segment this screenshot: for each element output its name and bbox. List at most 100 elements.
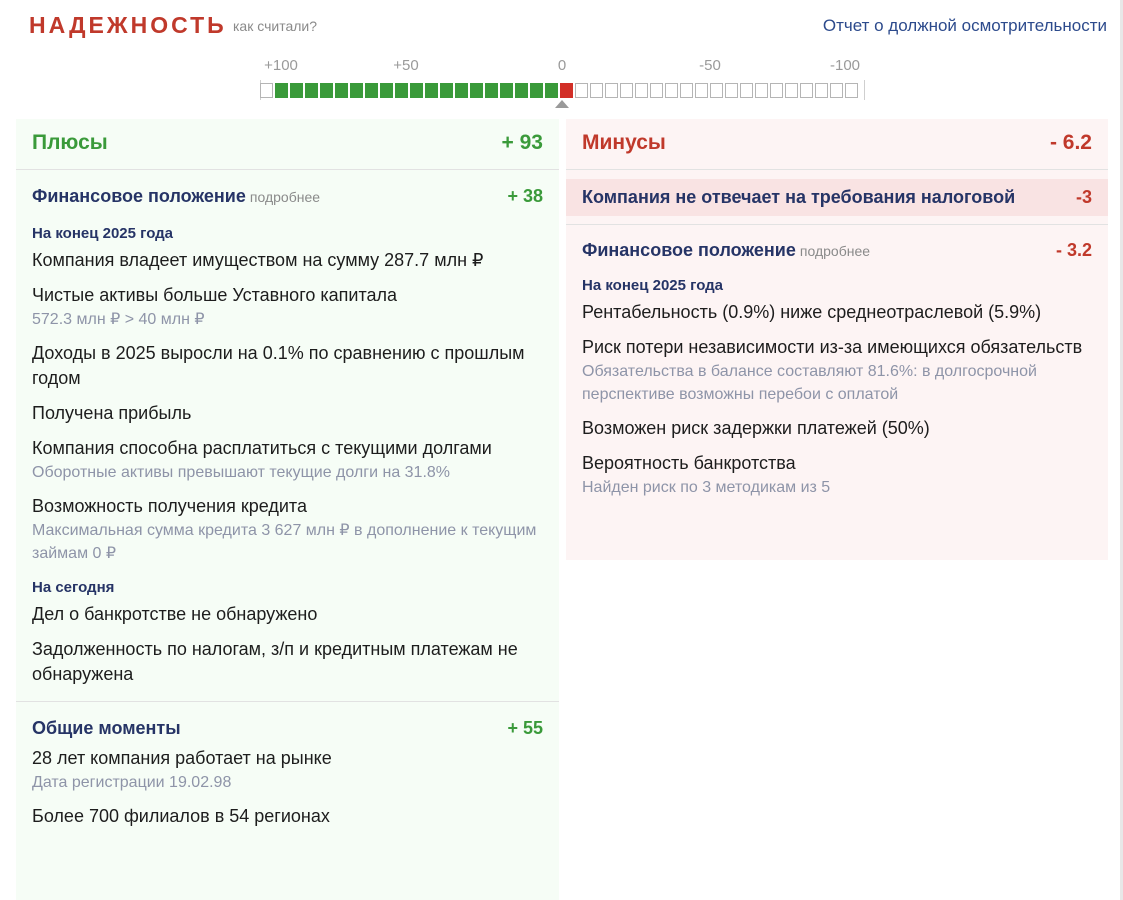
cons-score: - 6.2 (1049, 131, 1092, 154)
pros-item: Компания владеет имуществом на сумму 287… (32, 248, 543, 273)
cons-header: Минусы - 6.2 (566, 119, 1108, 170)
pros-general-item: Более 700 филиалов в 54 регионах (32, 804, 543, 829)
scale-label-zero: 0 (557, 57, 567, 74)
cons-financial-more-link[interactable]: подробнее (800, 243, 870, 259)
scale-cell-empty (650, 83, 663, 98)
pros-header: Плюсы + 93 (16, 119, 559, 170)
scale-cell-empty (680, 83, 693, 98)
pros-item: Доходы в 2025 выросли на 0.1% по сравнен… (32, 341, 543, 391)
scale-cell-empty (740, 83, 753, 98)
cons-item: Рентабельность (0.9%) ниже среднеотрасле… (582, 300, 1092, 325)
scale-cell-positive (350, 83, 363, 98)
scale-label-minus100: -100 (829, 57, 861, 74)
scale-cell-empty (260, 83, 273, 98)
pros-item-note: Максимальная сумма кредита 3 627 млн ₽ в… (32, 522, 537, 562)
reliability-scale: +100 +50 0 -50 -100 (258, 56, 868, 108)
scale-cell-positive (365, 83, 378, 98)
cons-item-text: Возможен риск задержки платежей (50%) (582, 418, 930, 438)
scale-cell-positive (290, 83, 303, 98)
scale-cell-empty (695, 83, 708, 98)
pros-financial-title: Финансовое положение подробнее (32, 186, 321, 206)
pros-general-title: Общие моменты (32, 718, 181, 738)
cons-column: Минусы - 6.2 Компания не отвечает на тре… (566, 119, 1108, 560)
reliability-header: НАДЕЖНОСТЬ как считали? Отчет о должной … (29, 10, 1107, 42)
scale-cell-empty (605, 83, 618, 98)
scale-cell-positive (380, 83, 393, 98)
scale-cell-empty (785, 83, 798, 98)
cons-period-label: На конец 2025 года (582, 277, 724, 294)
pros-financial-more-link[interactable]: подробнее (250, 189, 320, 205)
pros-financial-score: + 38 (507, 186, 543, 206)
cons-tax-score: -3 (1075, 187, 1092, 207)
scale-cell-empty (710, 83, 723, 98)
cons-item-note: Обязательства в балансе составляют 81.6%… (582, 363, 1037, 403)
cons-tax-row: Компания не отвечает на требования налог… (566, 179, 1108, 216)
pros-general-item-text: Более 700 филиалов в 54 регионах (32, 806, 330, 826)
pros-score: + 93 (501, 131, 543, 154)
pros-period-label: На конец 2025 года (32, 225, 174, 242)
scale-cell-empty (815, 83, 828, 98)
pros-item: Дел о банкротстве не обнаружено (32, 602, 543, 627)
scale-cell-positive (305, 83, 318, 98)
cons-financial-title: Финансовое положение подробнее (582, 240, 871, 260)
pros-item: Чистые активы больше Уставного капитала 5… (32, 283, 543, 331)
scale-cell-negative (560, 83, 573, 98)
pros-general-item: 28 лет компания работает на рынке Дата ре… (32, 746, 543, 794)
scale-cell-positive (335, 83, 348, 98)
pros-general-item-note: Дата регистрации 19.02.98 (32, 774, 232, 791)
cons-item-text: Рентабельность (0.9%) ниже среднеотрасле… (582, 302, 1042, 322)
pros-item-text: Компания владеет имуществом на сумму 287… (32, 250, 484, 270)
scale-cell-empty (830, 83, 843, 98)
scale-cell-positive (425, 83, 438, 98)
pros-item-text: Дел о банкротстве не обнаружено (32, 604, 318, 624)
scale-cell-empty (845, 83, 858, 98)
pros-item-text: Компания способна расплатиться с текущим… (32, 438, 492, 458)
pros-item-text: Возможность получения кредита (32, 496, 307, 516)
scale-cell-positive (545, 83, 558, 98)
pros-item-text: Задолженность по налогам, з/п и кредитны… (32, 639, 518, 684)
pros-item-note: 572.3 млн ₽ > 40 млн ₽ (32, 311, 205, 328)
cons-tax-title: Компания не отвечает на требования налог… (582, 187, 1016, 207)
scale-cell-positive (455, 83, 468, 98)
cons-item: Риск потери независимости из-за имеющихс… (582, 335, 1092, 406)
cons-item-text: Вероятность банкротства (582, 453, 796, 473)
pros-column: Плюсы + 93 Финансовое положение подробнее… (16, 119, 559, 900)
scale-zero-pointer (555, 100, 569, 108)
cons-item: Вероятность банкротства Найден риск по 3 … (582, 451, 1092, 499)
cons-item-text: Риск потери независимости из-за имеющихс… (582, 337, 1083, 357)
scale-cell-positive (470, 83, 483, 98)
cons-label: Минусы (582, 131, 666, 154)
scale-cell-positive (515, 83, 528, 98)
scale-label-plus50: +50 (393, 57, 419, 74)
scale-cell-empty (575, 83, 588, 98)
pros-period-label-today: На сегодня (32, 579, 115, 596)
scale-cell-positive (440, 83, 453, 98)
pros-general-item-text: 28 лет компания работает на рынке (32, 748, 332, 768)
cons-financial-section: Финансовое положение подробнее - 3.2 На к… (566, 225, 1108, 499)
pros-item-text: Получена прибыль (32, 403, 192, 423)
scale-cell-positive (530, 83, 543, 98)
scale-tick (864, 80, 865, 100)
scale-label-plus100: +100 (264, 57, 298, 74)
scale-cell-empty (770, 83, 783, 98)
pros-item: Получена прибыль (32, 401, 543, 426)
pros-item-note: Оборотные активы превышают текущие долги… (32, 464, 451, 481)
scale-cell-empty (755, 83, 768, 98)
scale-cell-positive (410, 83, 423, 98)
scale-cell-empty (620, 83, 633, 98)
scale-cell-positive (275, 83, 288, 98)
how-calculated-link[interactable]: как считали? (233, 18, 317, 34)
pros-general-section: Общие моменты + 55 28 лет компания работ… (16, 702, 559, 829)
cons-item: Возможен риск задержки платежей (50%) (582, 416, 1092, 441)
reliability-title: НАДЕЖНОСТЬ (29, 12, 227, 38)
pros-item-text: Доходы в 2025 выросли на 0.1% по сравнен… (32, 343, 525, 388)
pros-item-text: Чистые активы больше Уставного капитала (32, 285, 398, 305)
scale-label-minus50: -50 (699, 57, 721, 74)
pros-general-score: + 55 (507, 718, 543, 738)
scale-cell-empty (800, 83, 813, 98)
pros-label: Плюсы (32, 131, 108, 154)
pros-item: Возможность получения кредита Максимальна… (32, 494, 543, 565)
due-diligence-report-link[interactable]: Отчет о должной осмотрительности (823, 16, 1107, 36)
scale-bar (260, 83, 858, 98)
cons-financial-score: - 3.2 (1055, 240, 1092, 260)
